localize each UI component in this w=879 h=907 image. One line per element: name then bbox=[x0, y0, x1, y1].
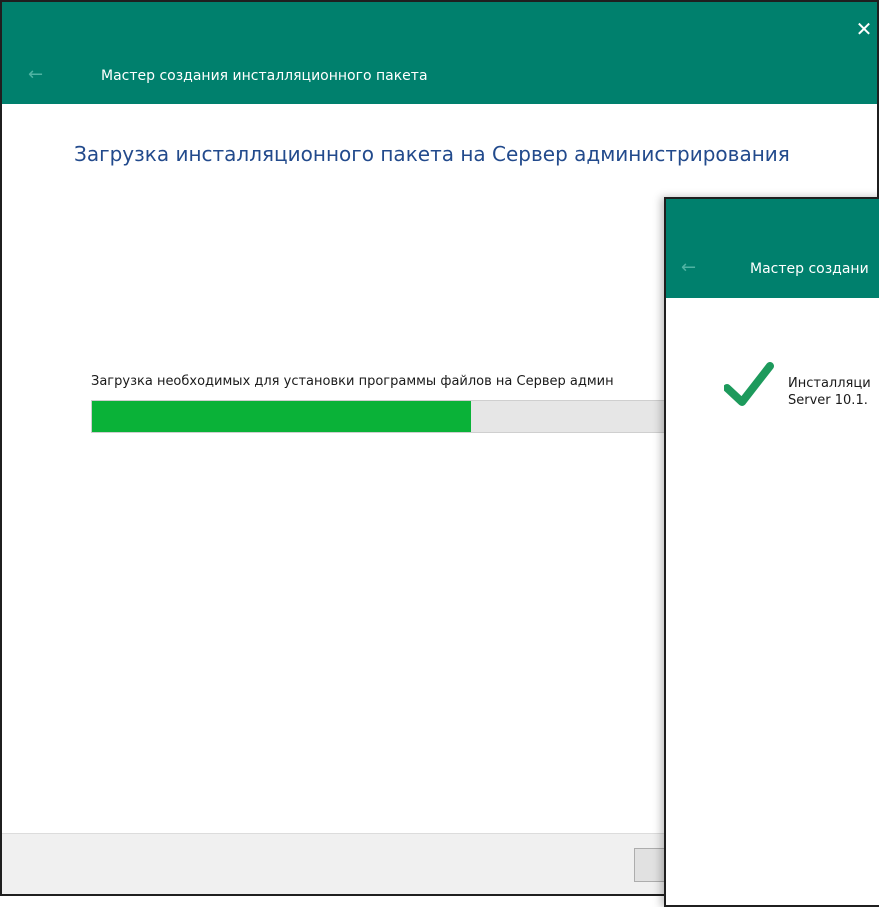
back-arrow-icon[interactable]: ← bbox=[28, 66, 43, 84]
result-window-title: Мастер создани bbox=[750, 261, 869, 277]
progress-label: Загрузка необходимых для установки прогр… bbox=[91, 374, 614, 389]
result-message-line: Инсталляци bbox=[788, 376, 871, 391]
page-heading: Загрузка инсталляционного пакета на Серв… bbox=[74, 142, 790, 166]
wizard-title: Мастер создания инсталляционного пакета bbox=[101, 68, 428, 84]
wizard-titlebar: ✕ ← Мастер создания инсталляционного пак… bbox=[2, 2, 877, 104]
result-titlebar: ← Мастер создани bbox=[666, 199, 879, 298]
progress-bar-fill bbox=[92, 401, 471, 432]
result-message: Инсталляци Server 10.1. bbox=[788, 375, 871, 409]
checkmark-icon bbox=[724, 362, 774, 406]
back-arrow-icon[interactable]: ← bbox=[681, 259, 696, 277]
close-button[interactable]: ✕ bbox=[851, 12, 877, 46]
result-wizard-window: ← Мастер создани Инсталляци Server 10.1. bbox=[664, 197, 879, 907]
result-message-line: Server 10.1. bbox=[788, 393, 868, 408]
